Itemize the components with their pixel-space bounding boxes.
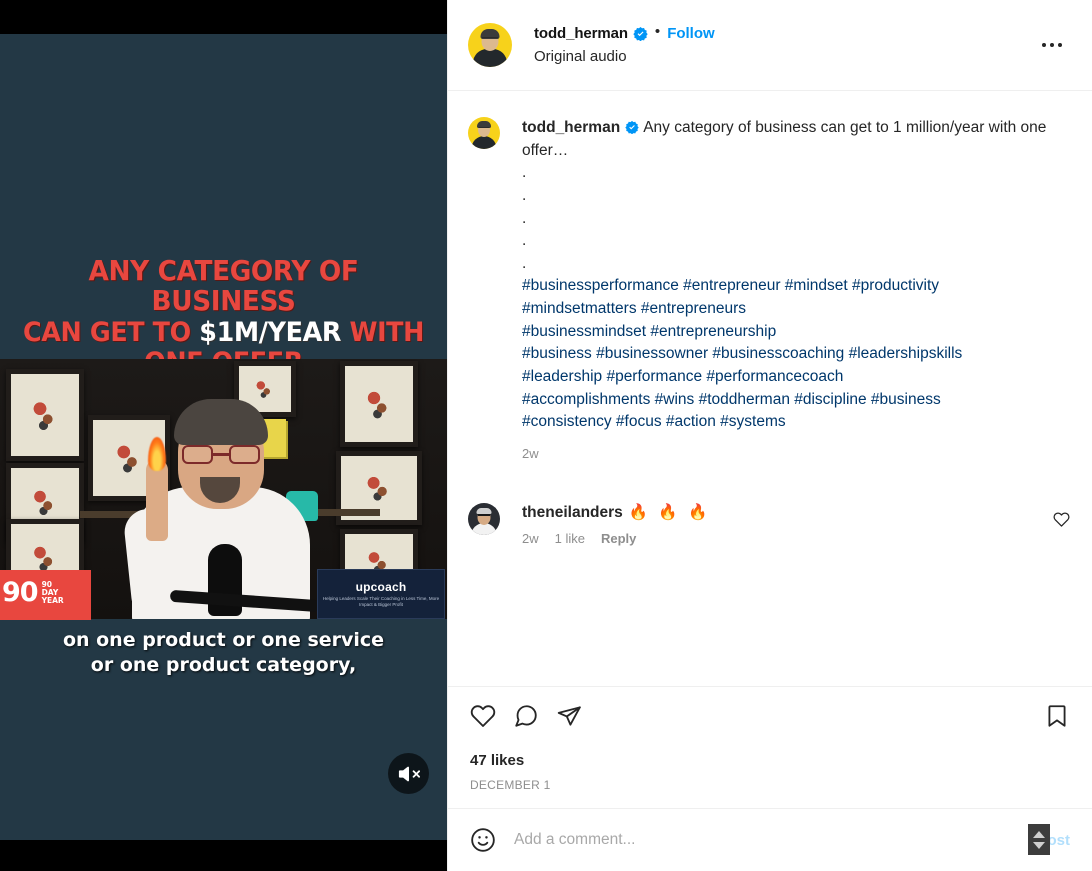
subtitle-line-2: or one product category,: [90, 654, 357, 677]
ninety-day-year-logo: 90 90 DAY YEAR: [0, 570, 91, 616]
avatar[interactable]: [468, 23, 512, 67]
caption-text-row: todd_herman Any category of business can …: [522, 117, 1070, 162]
comment-composer: Post: [448, 809, 1092, 871]
hashtag-line[interactable]: #businessmindset #entrepreneurship: [522, 321, 1070, 344]
video-subtitle-overlay: on one product or one service or one pro…: [0, 628, 447, 679]
emoji-smiley-icon[interactable]: [470, 827, 496, 853]
caption-dot-line: .: [522, 164, 527, 182]
comment-timestamp: 2w: [522, 530, 539, 546]
comment-reply-button[interactable]: Reply: [601, 531, 636, 546]
hashtag-line[interactable]: #leadership #performance #performancecoa…: [522, 366, 1070, 389]
avatar[interactable]: [468, 502, 500, 535]
upcoach-tagline: Helping Leaders Scale Their Coaching in …: [322, 595, 440, 607]
person-hair: [174, 399, 268, 445]
comment-input[interactable]: [514, 831, 1038, 849]
verified-badge-icon: [625, 120, 639, 134]
instagram-post-view: ANY CATEGORY OF BUSINESS CAN GET TO $1M/…: [0, 0, 1092, 871]
caption-dot-line: .: [522, 186, 527, 204]
post-details-panel: todd_herman • Follow Original audio todd…: [447, 0, 1092, 871]
upcoach-brand: upcoach: [355, 579, 407, 594]
header-separator-dot: •: [654, 23, 661, 40]
caption-username[interactable]: todd_herman: [522, 119, 620, 136]
person-glasses: [182, 445, 260, 464]
heart-icon[interactable]: [470, 703, 496, 734]
stepper-spinner-icon[interactable]: [1028, 824, 1050, 855]
logo-tail: [0, 616, 91, 620]
caption-body: todd_herman Any category of business can …: [522, 117, 1070, 461]
badge-number: 90: [2, 576, 39, 608]
caption-dot-line: .: [522, 209, 527, 227]
header-username[interactable]: todd_herman: [534, 25, 628, 42]
speaker-muted-icon[interactable]: [388, 753, 429, 794]
caption-block: todd_herman Any category of business can …: [468, 117, 1070, 461]
hashtag-line[interactable]: #businessperformance #entrepreneur #mind…: [522, 275, 1070, 298]
more-options-icon[interactable]: [1034, 35, 1070, 55]
verified-badge-icon: [633, 26, 648, 41]
follow-button[interactable]: Follow: [667, 25, 715, 42]
comment-emoji: 🔥 🔥 🔥: [628, 503, 711, 521]
badge-year: YEAR: [41, 596, 64, 606]
headline-line-1: ANY CATEGORY OF BUSINESS: [88, 254, 359, 318]
comment-bubble-icon[interactable]: [513, 703, 539, 734]
likes-count[interactable]: 47 likes: [470, 752, 1070, 769]
video-player-panel[interactable]: ANY CATEGORY OF BUSINESS CAN GET TO $1M/…: [0, 0, 447, 871]
comment-likes[interactable]: 1 like: [555, 531, 585, 546]
upcoach-banner: upcoach Helping Leaders Scale Their Coac…: [317, 569, 445, 619]
post-actions: 47 likes DECEMBER 1: [448, 687, 1092, 792]
hashtag-line[interactable]: #accomplishments #wins #toddherman #disc…: [522, 389, 1070, 412]
comment-body: theneilanders 🔥 🔥 🔥 2w 1 like Reply: [522, 503, 1053, 546]
post-date: DECEMBER 1: [470, 778, 551, 792]
bookmark-icon[interactable]: [1044, 703, 1070, 734]
headline-highlight: $1M/YEAR: [199, 317, 342, 349]
caption-timestamp: 2w: [522, 445, 539, 461]
caption-dot-line: .: [522, 232, 527, 250]
hashtag-line[interactable]: #business #businessowner #businesscoachi…: [522, 343, 1070, 366]
comment-text-row: theneilanders 🔥 🔥 🔥: [522, 503, 1053, 522]
person-finger: [146, 459, 168, 541]
heart-icon[interactable]: [1053, 503, 1070, 533]
subtitle-line-1: on one product or one service: [62, 629, 385, 651]
action-icon-row: [470, 703, 1070, 734]
original-audio-label[interactable]: Original audio: [534, 48, 715, 65]
caption-dot-line: .: [522, 254, 527, 272]
comment-meta: 2w 1 like Reply: [522, 531, 1053, 546]
badge-text: 90 DAY YEAR: [41, 580, 64, 606]
wall-picture: [6, 369, 84, 461]
header-meta: todd_herman • Follow Original audio: [534, 23, 715, 65]
hashtag-line[interactable]: #consistency #focus #action #systems: [522, 411, 1070, 434]
hashtag-line[interactable]: #mindsetmatters #entrepreneurs: [522, 298, 1070, 321]
share-paper-plane-icon[interactable]: [556, 703, 582, 734]
avatar[interactable]: [468, 117, 500, 149]
video-stage[interactable]: ANY CATEGORY OF BUSINESS CAN GET TO $1M/…: [0, 34, 447, 840]
comment-item: theneilanders 🔥 🔥 🔥 2w 1 like Reply: [468, 502, 1070, 546]
comments-list[interactable]: todd_herman Any category of business can …: [448, 91, 1092, 686]
headline-line-2-pre: CAN GET TO: [23, 317, 200, 349]
wall-picture: [340, 361, 418, 447]
post-header: todd_herman • Follow Original audio: [448, 0, 1092, 90]
header-username-row: todd_herman • Follow: [534, 23, 715, 42]
comment-username[interactable]: theneilanders: [522, 504, 623, 521]
